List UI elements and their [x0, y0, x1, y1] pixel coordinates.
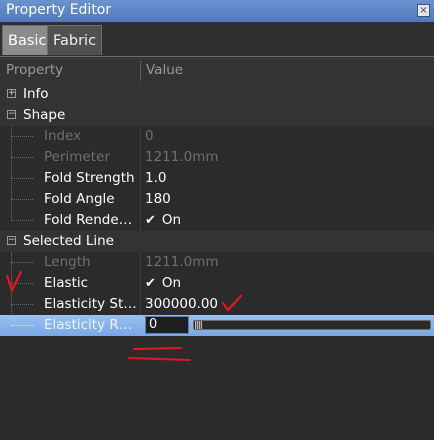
expand-icon[interactable]: +: [7, 89, 16, 98]
collapse-icon[interactable]: −: [7, 236, 16, 245]
property-value[interactable]: 1.0: [145, 170, 166, 186]
value-edit-field[interactable]: 0: [145, 316, 189, 334]
property-value[interactable]: ✔ On: [145, 275, 181, 291]
window-titlebar: Property Editor ×: [0, 0, 434, 23]
property-name: Elasticity R…: [44, 317, 133, 333]
property-value: 0: [145, 128, 154, 144]
property-row-elasticity-strength[interactable]: Elasticity St… 300000.00: [0, 294, 434, 315]
property-row-perimeter[interactable]: Perimeter 1211.0mm: [0, 147, 434, 168]
close-icon[interactable]: ×: [417, 4, 430, 17]
tree-branch: [11, 283, 33, 284]
property-row-length[interactable]: Length 1211.0mm: [0, 252, 434, 273]
checkbox-label: On: [161, 212, 182, 228]
property-name: Index: [44, 128, 82, 144]
property-value: 1211.0mm: [145, 254, 219, 270]
property-value[interactable]: ✔ On: [145, 212, 181, 228]
collapse-icon[interactable]: −: [7, 110, 16, 119]
group-label-selected-line: Selected Line: [23, 233, 114, 249]
tree-branch: [11, 136, 33, 137]
slider-thumb[interactable]: [195, 321, 202, 329]
tab-basic[interactable]: Basic: [2, 25, 53, 55]
group-row-selected-line[interactable]: − Selected Line: [0, 231, 434, 252]
property-value: 1211.0mm: [145, 149, 219, 165]
tree-branch: [11, 157, 33, 158]
value-slider[interactable]: [193, 320, 431, 330]
tree-branch: [11, 220, 33, 221]
tree-branch: [11, 262, 33, 263]
group-row-shape[interactable]: − Shape: [0, 105, 434, 126]
property-name: Elastic: [44, 275, 89, 291]
property-name: Elasticity St…: [44, 296, 136, 312]
property-name: Perimeter: [44, 149, 110, 165]
checkbox-label: On: [161, 275, 182, 291]
tree-branch: [11, 325, 33, 326]
tree-branch: [11, 178, 33, 179]
checkmark-icon[interactable]: ✔: [145, 276, 156, 291]
tab-bar: Basic Fabric: [0, 22, 434, 57]
annotation-underline: [128, 347, 191, 361]
property-row-index[interactable]: Index 0: [0, 126, 434, 147]
property-row-elastic[interactable]: Elastic ✔ On: [0, 273, 434, 294]
property-name: Fold Strength: [44, 170, 135, 186]
group-label-info: Info: [23, 86, 49, 102]
column-resize-handle[interactable]: [140, 61, 141, 81]
property-grid-header: Property Value: [0, 58, 434, 85]
column-header-property: Property: [6, 62, 64, 78]
property-value[interactable]: 300000.00: [145, 296, 218, 312]
property-name: Fold Angle: [44, 191, 115, 207]
tab-fabric[interactable]: Fabric: [47, 25, 103, 55]
property-row-fold-render[interactable]: Fold Rende… ✔ On: [0, 210, 434, 231]
tree-branch: [11, 304, 33, 305]
column-header-value: Value: [146, 62, 184, 78]
tree-branch: [11, 199, 33, 200]
property-name: Fold Rende…: [44, 212, 133, 228]
group-label-shape: Shape: [23, 107, 66, 123]
group-row-info[interactable]: + Info: [0, 84, 434, 105]
checkmark-icon[interactable]: ✔: [145, 213, 156, 228]
property-row-fold-strength[interactable]: Fold Strength 1.0: [0, 168, 434, 189]
property-value[interactable]: 180: [145, 191, 171, 207]
property-name: Length: [44, 254, 91, 270]
property-row-fold-angle[interactable]: Fold Angle 180: [0, 189, 434, 210]
window-title: Property Editor: [6, 2, 112, 18]
